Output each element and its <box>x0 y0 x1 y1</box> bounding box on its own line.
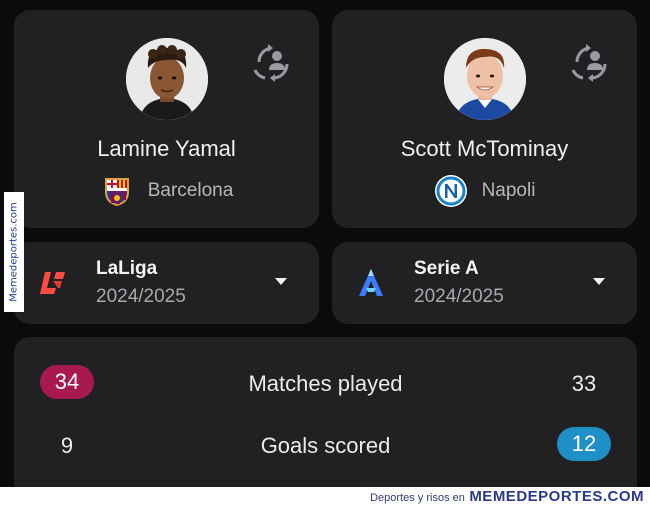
league-text-left: LaLiga 2024/2025 <box>96 258 186 308</box>
barcelona-crest-icon <box>104 178 129 206</box>
league-name-right: Serie A <box>414 258 479 279</box>
stat-value-right: 33 <box>571 371 597 396</box>
side-watermark: Memedeportes.com <box>4 192 24 312</box>
bottom-watermark: Deportes y risos en MEMEDEPORTES.COM <box>0 487 650 506</box>
switch-player-button-right[interactable] <box>569 40 613 84</box>
club-name-left: Barcelona <box>147 180 234 201</box>
side-watermark-text: Memedeportes.com <box>8 202 20 302</box>
serie-a-logo-icon <box>359 269 383 296</box>
club-row-left: Barcelona <box>14 174 319 208</box>
player-card-right[interactable]: Scott McTominay Napoli <box>332 10 637 228</box>
stat-label: Matches played <box>248 371 403 396</box>
player-name-right: Scott McTominay <box>400 136 569 161</box>
switch-player-icon <box>571 44 607 82</box>
chevron-down-icon[interactable] <box>593 278 605 285</box>
switch-player-icon <box>253 44 289 82</box>
player-photo-left <box>125 38 208 120</box>
club-row-right: Napoli <box>332 174 637 208</box>
league-text-right: Serie A 2024/2025 <box>414 258 504 308</box>
player-photo-right <box>443 38 526 120</box>
player-photo-icon <box>125 38 208 120</box>
napoli-crest-icon <box>434 175 467 207</box>
stat-row-goals-scored: 9 Goals scored 12 <box>14 425 637 465</box>
chevron-down-icon[interactable] <box>275 278 287 285</box>
watermark-site: MEMEDEPORTES.COM <box>469 488 644 505</box>
league-season-right: 2024/2025 <box>414 286 504 307</box>
league-selector-left[interactable]: LaLiga 2024/2025 <box>14 242 319 324</box>
player-card-left[interactable]: Lamine Yamal Barcelona <box>14 10 319 228</box>
stat-label: Goals scored <box>260 433 391 458</box>
league-name-left: LaLiga <box>96 258 158 279</box>
app-screen: Lamine Yamal Barcelona Scott McTominay N… <box>0 0 650 506</box>
stat-row-matches-played: 34 Matches played 33 <box>14 363 637 403</box>
club-name-right: Napoli <box>481 180 536 201</box>
watermark-caption: Deportes y risos en <box>370 492 465 504</box>
laliga-logo-icon <box>40 272 65 294</box>
stat-value-right-highlight: 12 <box>557 427 611 461</box>
player-photo-icon <box>443 38 526 120</box>
stats-comparison-panel: 34 Matches played 33 9 Goals scored 12 <box>14 337 637 487</box>
switch-player-button-left[interactable] <box>251 40 295 84</box>
league-season-left: 2024/2025 <box>96 286 186 307</box>
player-name-left: Lamine Yamal <box>97 136 236 161</box>
league-selector-right[interactable]: Serie A 2024/2025 <box>332 242 637 324</box>
